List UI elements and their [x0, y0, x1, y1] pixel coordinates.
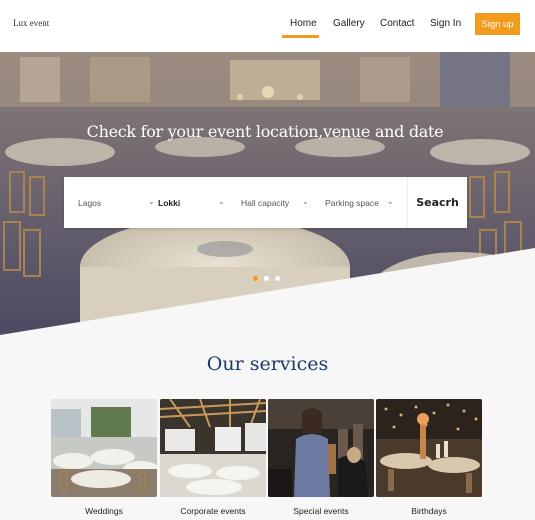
service-label-corporate: Corporate events	[180, 506, 246, 516]
weddings-image	[51, 399, 157, 497]
nav-signin-link[interactable]: Sign In	[430, 18, 461, 29]
birthdays-image	[376, 399, 482, 497]
hero-title: Check for your event location,venue and …	[86, 122, 444, 141]
active-nav-indicator	[282, 35, 319, 38]
search-button[interactable]: Seacrh	[407, 177, 467, 228]
location-select[interactable]: Lagos ⌄	[78, 177, 158, 228]
nav-contact-link[interactable]: Contact	[380, 18, 414, 29]
corporate-events-image	[160, 399, 266, 497]
service-label-birthdays: Birthdays	[411, 506, 447, 516]
venue-select[interactable]: Lokki ⌄	[158, 177, 238, 228]
nav-gallery-link[interactable]: Gallery	[333, 18, 365, 29]
slider-dot-3[interactable]	[275, 276, 280, 281]
chevron-down-icon: ⌄	[148, 197, 155, 206]
service-card-corporate[interactable]: Corporate events	[160, 399, 266, 516]
services-section: Our services Weddings Corporate events S…	[0, 335, 535, 520]
chevron-down-icon: ⌄	[302, 197, 309, 206]
service-card-birthdays[interactable]: Birthdays	[376, 399, 482, 516]
venue-search-bar: Lagos ⌄ Lokki ⌄ Hall capacity ⌄ Parking …	[64, 177, 467, 228]
hall-capacity-select[interactable]: Hall capacity ⌄	[241, 177, 321, 228]
chevron-down-icon: ⌄	[387, 197, 394, 206]
special-events-image	[268, 399, 374, 497]
signup-button[interactable]: Sign up	[475, 13, 520, 35]
location-value: Lagos	[78, 197, 102, 208]
service-card-special[interactable]: Special events	[268, 399, 374, 516]
slider-dot-2[interactable]	[264, 276, 269, 281]
nav-home-link[interactable]: Home	[290, 18, 317, 29]
parking-space-select[interactable]: Parking space ⌄	[325, 177, 405, 228]
venue-value: Lokki	[158, 197, 181, 208]
service-label-weddings: Weddings	[85, 506, 123, 516]
parking-space-value: Parking space	[325, 197, 379, 208]
site-logo[interactable]: Lux event	[13, 18, 49, 28]
chevron-down-icon: ⌄	[218, 197, 225, 206]
service-card-weddings[interactable]: Weddings	[51, 399, 157, 516]
slider-dot-1[interactable]	[253, 276, 258, 281]
service-label-special: Special events	[293, 506, 349, 516]
services-title: Our services	[206, 353, 329, 375]
hall-capacity-value: Hall capacity	[241, 197, 290, 208]
top-navbar: Lux event Home Gallery Contact Sign In S…	[0, 0, 535, 52]
